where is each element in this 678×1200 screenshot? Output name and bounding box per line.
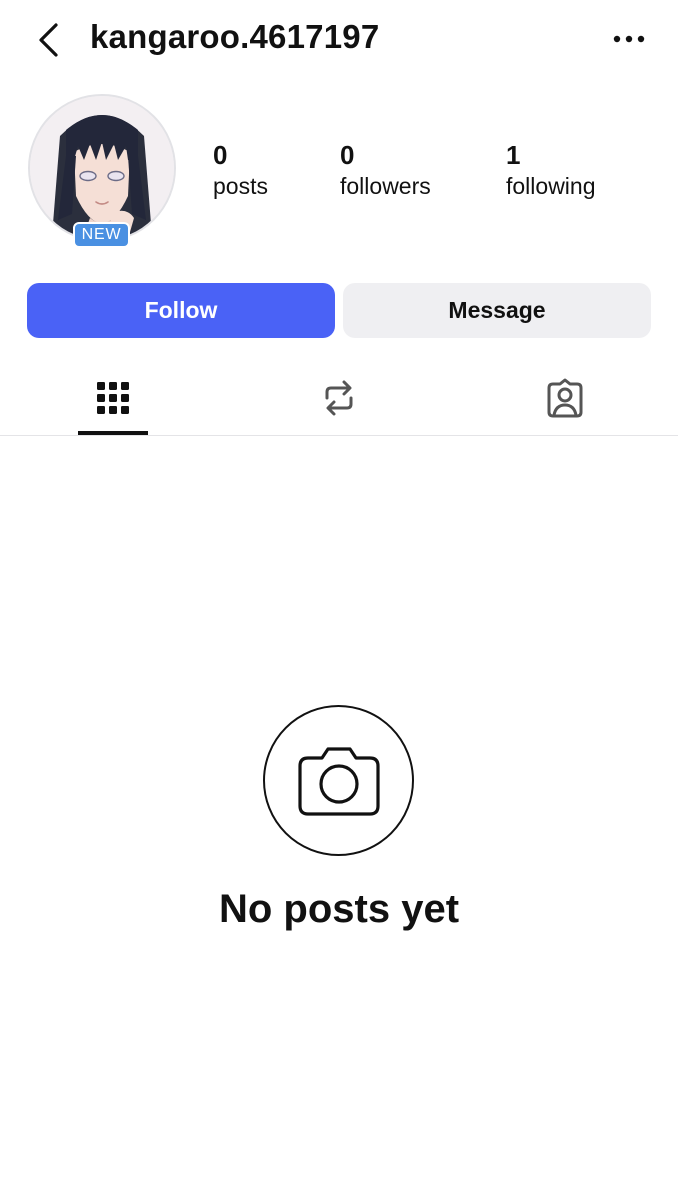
stat-followers-label: followers xyxy=(340,173,431,199)
tagged-user-icon xyxy=(547,378,583,417)
empty-state-icon-circle xyxy=(263,705,414,856)
stat-posts-label: posts xyxy=(213,173,268,199)
empty-state-message: No posts yet xyxy=(218,887,460,931)
avatar-image xyxy=(30,96,174,240)
tab-posts-grid[interactable] xyxy=(53,360,173,435)
follow-button[interactable]: Follow xyxy=(27,283,335,338)
new-account-badge: NEW xyxy=(73,222,130,248)
tab-tagged[interactable] xyxy=(505,360,625,435)
tab-reposts[interactable] xyxy=(279,360,399,435)
stat-following[interactable]: 1 following xyxy=(506,140,596,202)
avatar-container[interactable]: NEW xyxy=(28,94,176,248)
top-bar: kangaroo.4617197 xyxy=(0,0,678,80)
content-tabs xyxy=(0,360,678,436)
back-button[interactable] xyxy=(30,20,66,60)
chevron-left-icon xyxy=(39,23,58,57)
more-horizontal-icon xyxy=(613,35,645,43)
profile-page: kangaroo.4617197 NEW 0 posts 0 followers… xyxy=(0,0,678,1200)
active-tab-indicator xyxy=(78,431,148,435)
camera-icon xyxy=(297,746,380,816)
stat-following-label: following xyxy=(506,173,596,199)
stat-followers[interactable]: 0 followers xyxy=(340,140,431,202)
repost-icon xyxy=(325,380,353,415)
avatar[interactable] xyxy=(28,94,176,242)
stat-posts[interactable]: 0 posts xyxy=(213,140,268,202)
stat-following-value: 1 xyxy=(506,140,521,170)
grid-icon xyxy=(97,381,129,414)
profile-username: kangaroo.4617197 xyxy=(90,18,380,55)
stat-posts-value: 0 xyxy=(213,140,228,170)
more-options-button[interactable] xyxy=(606,24,652,54)
message-button[interactable]: Message xyxy=(343,283,651,338)
stat-followers-value: 0 xyxy=(340,140,355,170)
